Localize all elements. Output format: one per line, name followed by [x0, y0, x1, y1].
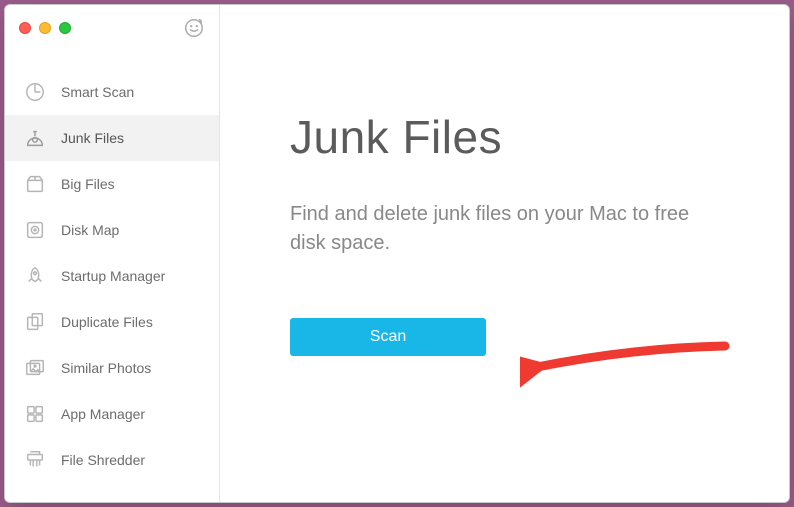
sidebar-item-label: Similar Photos	[61, 360, 151, 376]
sidebar-item-disk-map[interactable]: Disk Map	[5, 207, 219, 253]
annotation-arrow-icon	[520, 338, 740, 408]
sidebar-item-similar-photos[interactable]: Similar Photos	[5, 345, 219, 391]
sidebar-item-label: Smart Scan	[61, 84, 134, 100]
fullscreen-window-button[interactable]	[59, 22, 71, 34]
sidebar-item-app-manager[interactable]: App Manager	[5, 391, 219, 437]
sidebar-item-smart-scan[interactable]: Smart Scan	[5, 69, 219, 115]
main-pane: Junk Files Find and delete junk files on…	[220, 5, 789, 502]
window-controls	[19, 22, 71, 34]
robot-cleaner-icon	[23, 126, 47, 150]
sidebar-item-label: Duplicate Files	[61, 314, 153, 330]
minimize-window-button[interactable]	[39, 22, 51, 34]
support-icon[interactable]	[183, 17, 205, 39]
apps-grid-icon	[23, 402, 47, 426]
scan-button[interactable]: Scan	[290, 318, 486, 356]
sidebar-item-label: File Shredder	[61, 452, 145, 468]
box-icon	[23, 172, 47, 196]
sidebar: Smart Scan Junk Files Big Files	[5, 5, 220, 502]
sidebar-nav: Smart Scan Junk Files Big Files	[5, 49, 219, 483]
sidebar-item-label: Disk Map	[61, 222, 119, 238]
sidebar-item-label: Big Files	[61, 176, 115, 192]
rocket-icon	[23, 264, 47, 288]
photos-icon	[23, 356, 47, 380]
close-window-button[interactable]	[19, 22, 31, 34]
sidebar-item-big-files[interactable]: Big Files	[5, 161, 219, 207]
sidebar-item-label: Junk Files	[61, 130, 124, 146]
sidebar-item-duplicate-files[interactable]: Duplicate Files	[5, 299, 219, 345]
page-description: Find and delete junk files on your Mac t…	[290, 200, 723, 258]
shredder-icon	[23, 448, 47, 472]
titlebar	[5, 5, 219, 49]
duplicate-icon	[23, 310, 47, 334]
sidebar-item-file-shredder[interactable]: File Shredder	[5, 437, 219, 483]
sidebar-item-label: App Manager	[61, 406, 145, 422]
disk-icon	[23, 218, 47, 242]
sidebar-item-label: Startup Manager	[61, 268, 165, 284]
sidebar-item-junk-files[interactable]: Junk Files	[5, 115, 219, 161]
sidebar-item-startup-manager[interactable]: Startup Manager	[5, 253, 219, 299]
app-window: Smart Scan Junk Files Big Files	[4, 4, 790, 503]
gauge-icon	[23, 80, 47, 104]
page-title: Junk Files	[290, 110, 723, 164]
